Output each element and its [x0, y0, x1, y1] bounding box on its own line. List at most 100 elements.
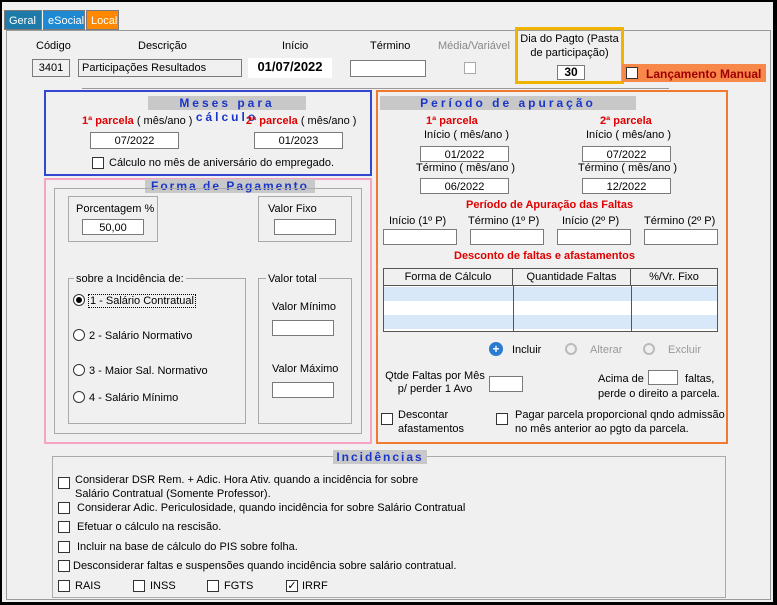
radio-salario-minimo[interactable]: [73, 391, 85, 403]
faltas-termino1-field[interactable]: [470, 229, 544, 245]
porcentagem-field[interactable]: 50,00: [82, 219, 144, 235]
qtde-faltas-field[interactable]: [489, 376, 523, 392]
irrf-label: IRRF: [302, 580, 328, 592]
grid-vline-1: [513, 285, 514, 331]
valor-total-label: Valor total: [266, 273, 319, 285]
tab-geral[interactable]: Geral: [4, 10, 42, 30]
radio-salario-normativo[interactable]: [73, 329, 85, 341]
faltas-inicio2-field[interactable]: [557, 229, 631, 245]
periodo-p1-label: 1ª parcela: [426, 115, 478, 127]
periodo-p2-label: 2ª parcela: [600, 115, 652, 127]
valor-fixo-label: Valor Fixo: [268, 203, 317, 215]
radio-maior-sal-normativo[interactable]: [73, 364, 85, 376]
faltas-title: Período de Apuração das Faltas: [466, 199, 634, 211]
faltas-termino2-field[interactable]: [644, 229, 718, 245]
descontar-checkbox[interactable]: [381, 413, 393, 425]
periodo-p1-termino-field[interactable]: 06/2022: [420, 178, 509, 194]
incluir-button[interactable]: Incluir: [512, 344, 541, 356]
faltas-word-label: faltas,: [685, 373, 715, 385]
meses-p1-label: 1ª parcela ( mês/ano ): [82, 115, 192, 127]
meses-title: Meses para cálculo: [148, 96, 306, 124]
excluir-icon: [643, 343, 655, 355]
aniversario-label: Cálculo no mês de aniversário do emprega…: [109, 157, 335, 169]
inc-pis-checkbox[interactable]: [58, 541, 70, 553]
periodo-p2-inicio-label: Início ( mês/ano ): [586, 129, 671, 141]
inss-checkbox[interactable]: [133, 580, 145, 592]
meses-p2-suffix: ( mês/ano ): [297, 115, 357, 127]
codigo-field[interactable]: 3401: [32, 59, 70, 77]
periodo-p1-inicio-label: Início ( mês/ano ): [424, 129, 509, 141]
meses-p2-label: 2ª parcela ( mês/ano ): [246, 115, 356, 127]
descricao-label: Descrição: [138, 40, 187, 52]
inss-label: INSS: [150, 580, 176, 592]
aniversario-checkbox[interactable]: [92, 157, 104, 169]
valor-minimo-field[interactable]: [272, 320, 334, 336]
descontar-label: Descontar afastamentos: [398, 409, 465, 435]
valor-minimo-label: Valor Mínimo: [272, 301, 336, 313]
incidencias-title: Incidências: [333, 450, 427, 464]
option-salario-minimo[interactable]: 4 - Salário Mínimo: [89, 392, 178, 404]
termino-field[interactable]: [350, 60, 426, 77]
valor-maximo-label: Valor Máximo: [272, 363, 339, 375]
inicio-field[interactable]: 01/07/2022: [248, 58, 332, 78]
alterar-icon: [565, 343, 577, 355]
periodo-p2-termino-field[interactable]: 12/2022: [582, 178, 671, 194]
tab-local[interactable]: Local: [86, 10, 119, 30]
tab-esocial[interactable]: eSocial: [43, 10, 85, 30]
option-salario-contratual[interactable]: 1 - Salário Contratual: [88, 294, 196, 308]
meses-p1-suffix: ( mês/ano ): [133, 115, 193, 127]
porcentagem-label: Porcentagem %: [76, 203, 155, 215]
qtde-faltas-label: Qtde Faltas por Mês p/ perder 1 Avo: [385, 370, 485, 395]
inc-periculosidade-label: Considerar Adic. Periculosidade, quando …: [77, 502, 466, 514]
periodo-p2-inicio-field[interactable]: 07/2022: [582, 146, 671, 162]
valor-fixo-field[interactable]: [274, 219, 336, 235]
faltas-col-termino2: Término (2º P): [644, 215, 716, 227]
valor-maximo-field[interactable]: [272, 382, 334, 398]
window: Geral eSocial Local Código 3401 Descriçã…: [2, 2, 773, 602]
inc-dsr-checkbox[interactable]: [58, 477, 70, 489]
periodo-title: Período de apuração: [380, 96, 636, 110]
inc-rescisao-label: Efetuar o cálculo na rescisão.: [77, 521, 222, 533]
grid-row-2[interactable]: [384, 315, 717, 329]
grid-col-forma[interactable]: Forma de Cálculo: [384, 269, 513, 285]
acima-field[interactable]: [648, 370, 678, 385]
inicio-label: Início: [282, 40, 309, 52]
meses-p1-field[interactable]: 07/2022: [90, 132, 179, 149]
grid-col-percentual[interactable]: %/Vr. Fixo: [631, 269, 717, 285]
option-salario-normativo[interactable]: 2 - Salário Normativo: [89, 330, 192, 342]
inc-rescisao-checkbox[interactable]: [58, 521, 70, 533]
pagar-proporcional-checkbox[interactable]: [496, 413, 508, 425]
plus-icon[interactable]: +: [489, 342, 503, 356]
faltas-col-inicio1: Início (1º P): [389, 215, 447, 227]
grid-col-quantidade[interactable]: Quantidade Faltas: [513, 269, 631, 285]
descricao-field[interactable]: Participações Resultados: [78, 59, 242, 77]
radio-salario-contratual[interactable]: [73, 294, 85, 306]
rais-label: RAIS: [75, 580, 101, 592]
inc-faltas-checkbox[interactable]: [58, 560, 70, 572]
meses-p2-field[interactable]: 01/2023: [254, 132, 343, 149]
fgts-checkbox[interactable]: [207, 580, 219, 592]
media-label: Média/Variável: [438, 40, 510, 52]
option-maior-sal-normativo[interactable]: 3 - Maior Sal. Normativo: [89, 365, 208, 377]
acima-label: Acima de: [598, 373, 644, 385]
excluir-button[interactable]: Excluir: [668, 344, 701, 356]
rais-checkbox[interactable]: [58, 580, 70, 592]
faltas-col-inicio2: Início (2º P): [562, 215, 620, 227]
inc-pis-label: Incluir na base de cálculo do PIS sobre …: [77, 541, 298, 553]
irrf-checkbox[interactable]: ✓: [286, 580, 298, 592]
termino-label: Término: [370, 40, 411, 52]
alterar-button[interactable]: Alterar: [590, 344, 622, 356]
divider: [82, 88, 669, 89]
grid-row-1[interactable]: [384, 287, 717, 301]
periodo-p1-termino-label: Término ( mês/ano ): [416, 162, 516, 174]
periodo-p2-termino-label: Término ( mês/ano ): [578, 162, 678, 174]
media-checkbox[interactable]: [464, 62, 476, 74]
periodo-p1-inicio-field[interactable]: 01/2022: [420, 146, 509, 162]
meses-p2-title: 2ª parcela: [246, 115, 298, 127]
lancamento-manual-checkbox[interactable]: [626, 67, 638, 79]
dia-pagto-label: Dia do Pagto (Pasta de participação): [520, 33, 619, 59]
inc-periculosidade-checkbox[interactable]: [58, 502, 70, 514]
faltas-inicio1-field[interactable]: [383, 229, 457, 245]
dia-pagto-field[interactable]: 30: [557, 65, 585, 80]
inc-dsr-label: Considerar DSR Rem. + Adic. Hora Ativ. q…: [75, 474, 419, 500]
